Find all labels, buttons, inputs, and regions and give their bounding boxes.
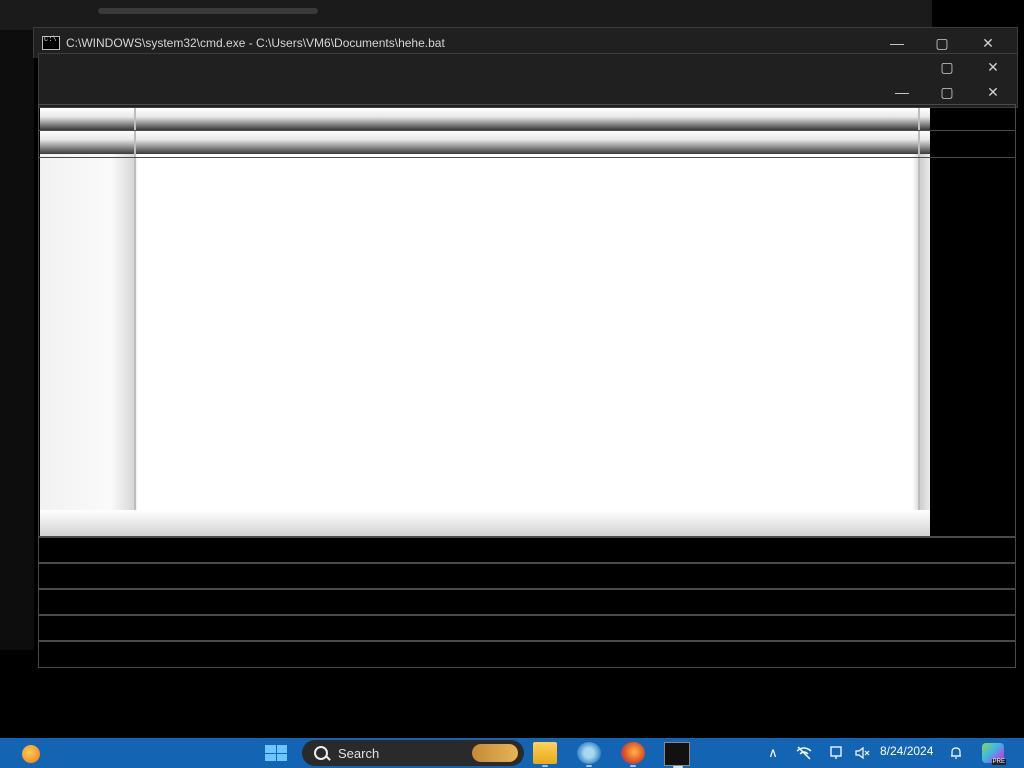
bell-glyph: [951, 747, 961, 759]
running-indicator: [630, 765, 636, 767]
maximize-icon: ▢: [935, 34, 949, 51]
gear-icon[interactable]: [577, 742, 601, 767]
display-icon[interactable]: [826, 738, 846, 768]
start-tile: [276, 745, 287, 753]
windows-start-icon[interactable]: [265, 745, 287, 761]
taskbar-search[interactable]: Search: [302, 740, 524, 766]
network-off-icon[interactable]: [794, 738, 814, 768]
minimize-button[interactable]: —: [879, 79, 925, 105]
minimize-icon: —: [890, 35, 904, 51]
network-off-glyph: [796, 746, 812, 760]
maximize-icon: ▢: [940, 83, 954, 100]
terminal-icon[interactable]: [664, 742, 690, 768]
start-tile: [265, 745, 276, 753]
firefox-icon[interactable]: [621, 742, 645, 767]
search-label: Search: [338, 745, 380, 761]
volume-muted-icon[interactable]: [852, 738, 872, 768]
search-icon: [314, 746, 328, 760]
background-window-tab[interactable]: [98, 8, 318, 14]
close-button[interactable]: ✕: [970, 54, 1016, 80]
desktop: C:\WINDOWS\system32\cmd.exe - C:\Users\V…: [0, 0, 1024, 738]
chevron-up-icon[interactable]: ∧: [763, 738, 783, 768]
close-icon: ✕: [982, 34, 994, 51]
running-indicator: [542, 765, 548, 767]
ghost-window-frame: [38, 536, 1016, 564]
chevron-up-glyph: ∧: [768, 745, 778, 760]
ghost-window-frame: [38, 130, 1016, 538]
ghost-window-titlebar[interactable]: ▢ ✕: [38, 53, 1018, 81]
taskbar-date[interactable]: 8/24/2024: [880, 744, 933, 758]
background-window-edge: [0, 30, 34, 650]
display-glyph: [830, 746, 842, 759]
running-indicator: [586, 765, 592, 767]
close-icon: ✕: [987, 83, 999, 100]
cmd-icon: [42, 36, 60, 50]
taskbar: Search ∧ 8/24/2024: [0, 738, 1024, 768]
search-highlight-icon: [472, 744, 518, 762]
app-preview-icon[interactable]: [982, 743, 1007, 765]
close-icon: ✕: [987, 58, 999, 75]
ghost-window-frame: [38, 588, 1016, 616]
maximize-button[interactable]: ▢: [924, 54, 970, 80]
maximize-icon: ▢: [940, 58, 954, 75]
ghost-window-frame: [38, 614, 1016, 642]
start-tile: [276, 753, 287, 761]
window-title: C:\WINDOWS\system32\cmd.exe - C:\Users\V…: [66, 36, 445, 50]
ghost-window-frame: [38, 562, 1016, 590]
volume-muted-glyph: [855, 746, 870, 760]
ghost-window-frame: [38, 640, 1016, 668]
folder-icon[interactable]: [533, 742, 557, 767]
minimize-icon: —: [895, 84, 909, 100]
bell-icon[interactable]: [946, 738, 966, 768]
start-tile: [265, 753, 276, 761]
weather-widget-icon[interactable]: [22, 745, 40, 763]
maximize-button[interactable]: ▢: [924, 79, 970, 105]
close-button[interactable]: ✕: [970, 79, 1016, 105]
